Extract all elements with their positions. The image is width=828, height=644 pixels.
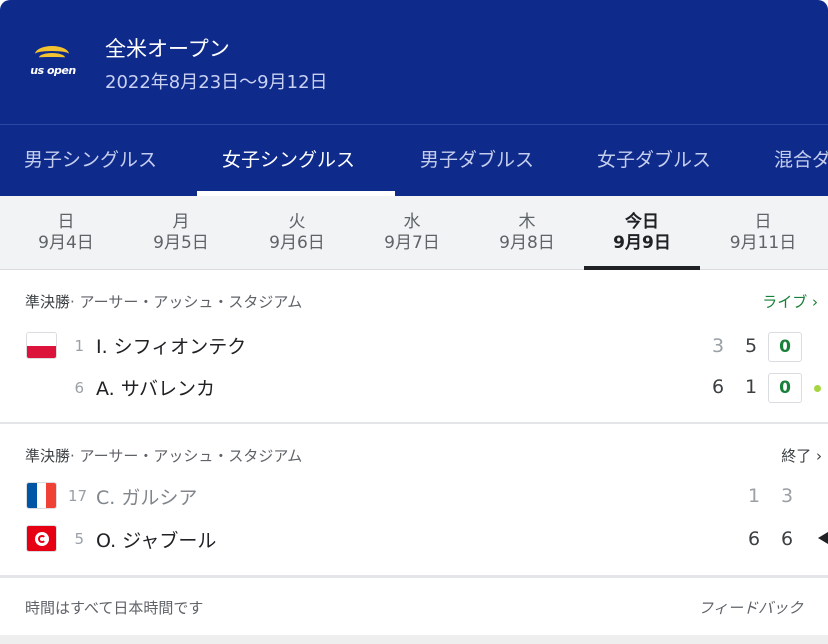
- day-today[interactable]: 今日 9月9日: [587, 212, 697, 254]
- set-score: 1: [747, 485, 761, 507]
- live-status-link[interactable]: ライブ ›: [762, 291, 818, 312]
- match-header: 準決勝· アーサー・アッシュ・スタジアム: [25, 291, 302, 312]
- set-score: 5: [744, 335, 758, 357]
- poland-flag-icon: [26, 332, 57, 359]
- france-flag-icon: [26, 482, 57, 509]
- player-seed: 1: [74, 337, 84, 355]
- player-seed: 6: [74, 379, 84, 397]
- player-name: A. サバレンカ: [96, 378, 215, 400]
- tab-womens-doubles[interactable]: 女子ダブルス: [597, 125, 711, 196]
- footer: 時間はすべて日本時間です フィードバック: [0, 577, 828, 635]
- player-name: O. ジャブール: [96, 530, 217, 552]
- winner-arrow-icon: [818, 532, 828, 544]
- day-selector: 日 9月4日 月 9月5日 火 9月6日 水 9月7日 木 9月8日 今日 9月…: [0, 196, 828, 270]
- match-header: 準決勝· アーサー・アッシュ・スタジアム: [25, 445, 302, 466]
- tournament-title: 全米オープン: [105, 37, 230, 61]
- tab-mens-singles[interactable]: 男子シングルス: [24, 125, 157, 196]
- logo-wordmark: us open: [30, 64, 76, 77]
- player-seed: 17: [68, 487, 88, 505]
- tunisia-flag-icon: [26, 525, 57, 552]
- set-score: 6: [780, 528, 794, 550]
- set-score: 3: [780, 485, 794, 507]
- day-sep-11[interactable]: 日 9月11日: [708, 212, 818, 254]
- day-sep-7[interactable]: 水 9月7日: [357, 212, 467, 254]
- bottom-band: [0, 635, 828, 644]
- feedback-link[interactable]: フィードバック: [698, 597, 803, 618]
- event-tabs: 男子シングルス 女子シングルス 男子ダブルス 女子ダブルス 混合ダ: [0, 125, 828, 196]
- player-seed: 5: [74, 530, 84, 548]
- match-venue: · アーサー・アッシュ・スタジアム: [70, 447, 303, 465]
- set-score: 6: [747, 528, 761, 550]
- match-venue: · アーサー・アッシュ・スタジアム: [70, 293, 303, 311]
- match-round: 準決勝: [25, 293, 71, 311]
- set-score: 6: [711, 376, 725, 398]
- tab-mixed-doubles[interactable]: 混合ダ: [774, 125, 828, 196]
- match-card-finished[interactable]: 準決勝· アーサー・アッシュ・スタジアム 終了 › 17 C. ガルシア 1 3…: [0, 424, 828, 575]
- tab-mens-doubles[interactable]: 男子ダブルス: [420, 125, 534, 196]
- day-sep-8[interactable]: 木 9月8日: [472, 212, 582, 254]
- timezone-note: 時間はすべて日本時間です: [25, 599, 204, 617]
- serving-indicator-icon: [814, 385, 821, 392]
- active-day-indicator: [584, 266, 700, 270]
- current-game-score: 0: [768, 373, 802, 403]
- day-sep-5[interactable]: 月 9月5日: [126, 212, 236, 254]
- tab-womens-singles[interactable]: 女子シングルス: [222, 125, 355, 196]
- set-score: 1: [744, 376, 758, 398]
- match-round: 準決勝: [25, 447, 71, 465]
- us-open-logo: us open: [25, 46, 81, 86]
- player-name: C. ガルシア: [96, 487, 198, 509]
- finished-status-link[interactable]: 終了 ›: [781, 445, 822, 466]
- current-game-score: 0: [768, 332, 802, 362]
- set-score: 3: [711, 335, 725, 357]
- day-sep-4[interactable]: 日 9月4日: [11, 212, 121, 254]
- player-name: I. シフィオンテク: [96, 336, 247, 358]
- tournament-dates: 2022年8月23日〜9月12日: [105, 72, 328, 93]
- match-card-live[interactable]: 準決勝· アーサー・アッシュ・スタジアム ライブ › 1 I. シフィオンテク …: [0, 271, 828, 422]
- day-sep-6[interactable]: 火 9月6日: [242, 212, 352, 254]
